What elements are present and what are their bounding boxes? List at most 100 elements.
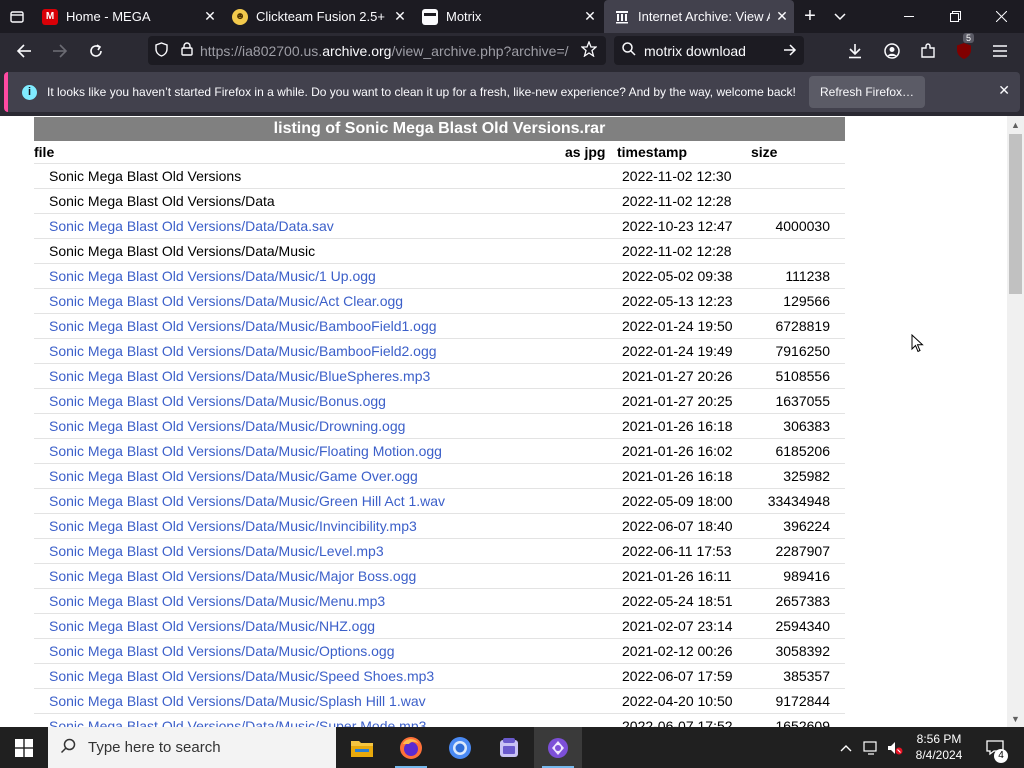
- file-link[interactable]: Sonic Mega Blast Old Versions/Data/Data.…: [49, 218, 334, 234]
- clickteam-fusion-taskbar-icon[interactable]: [534, 727, 582, 768]
- size-cell: 129566: [783, 293, 830, 309]
- new-tab-icon[interactable]: +: [795, 0, 825, 33]
- file-explorer-icon[interactable]: [338, 727, 386, 768]
- file-link[interactable]: Sonic Mega Blast Old Versions/Data/Music…: [49, 293, 403, 309]
- taskbar-search-box[interactable]: Type here to search: [48, 727, 336, 768]
- ublock-origin-icon[interactable]: 5: [950, 33, 978, 65]
- scroll-up-arrow-icon[interactable]: ▲: [1007, 116, 1024, 133]
- file-link[interactable]: Sonic Mega Blast Old Versions/Data/Music…: [49, 693, 426, 709]
- timestamp-cell: 2022-05-02 09:38: [622, 268, 733, 284]
- file-link[interactable]: Sonic Mega Blast Old Versions/Data/Music…: [49, 668, 434, 684]
- table-row: Sonic Mega Blast Old Versions/Data/Music…: [34, 313, 845, 338]
- archive-listing-table: listing of Sonic Mega Blast Old Versions…: [34, 117, 845, 727]
- chevron-down-icon[interactable]: [825, 0, 855, 33]
- table-row: Sonic Mega Blast Old Versions/Data/Music…: [34, 438, 845, 463]
- size-cell: 2594340: [775, 618, 830, 634]
- close-notification-icon[interactable]: ✕: [998, 82, 1010, 99]
- vertical-scrollbar[interactable]: ▲ ▼: [1007, 116, 1024, 727]
- search-go-arrow-icon[interactable]: [776, 43, 804, 59]
- back-arrow-icon[interactable]: [10, 37, 38, 65]
- app-taskbar-icon[interactable]: [485, 727, 533, 768]
- file-link[interactable]: Sonic Mega Blast Old Versions/Data/Music…: [49, 543, 384, 559]
- file-link[interactable]: Sonic Mega Blast Old Versions/Data/Music…: [49, 568, 416, 584]
- timestamp-cell: 2022-01-24 19:49: [622, 343, 733, 359]
- table-row: Sonic Mega Blast Old Versions/Data/Music…: [34, 638, 845, 663]
- search-field[interactable]: motrix download: [614, 36, 804, 65]
- firefox-taskbar-icon[interactable]: [387, 727, 435, 768]
- notification-bar: i It looks like you haven’t started Fire…: [0, 68, 1024, 116]
- tab-mega[interactable]: M Home - MEGA ✕: [32, 0, 222, 33]
- file-link[interactable]: Sonic Mega Blast Old Versions/Data/Music…: [49, 718, 426, 727]
- file-link[interactable]: Sonic Mega Blast Old Versions/Data/Music…: [49, 318, 437, 334]
- close-tab-icon[interactable]: ✕: [198, 8, 222, 25]
- tab-clickteam[interactable]: ☻ Clickteam Fusion 2.5+ De ✕: [222, 0, 412, 33]
- size-cell: 4000030: [775, 218, 830, 234]
- show-hidden-icons-icon[interactable]: [836, 727, 856, 768]
- scroll-down-arrow-icon[interactable]: ▼: [1007, 710, 1024, 727]
- list-all-tabs-icon[interactable]: [2, 0, 32, 33]
- file-link[interactable]: Sonic Mega Blast Old Versions/Data/Music…: [49, 443, 442, 459]
- extensions-icon[interactable]: [914, 37, 942, 65]
- forward-arrow-icon[interactable]: [46, 37, 74, 65]
- file-link[interactable]: Sonic Mega Blast Old Versions/Data/Music…: [49, 468, 418, 484]
- extension-badge: 5: [963, 33, 975, 43]
- timestamp-cell: 2022-11-02 12:30: [622, 168, 732, 184]
- file-link[interactable]: Sonic Mega Blast Old Versions/Data/Music…: [49, 368, 430, 384]
- windows-start-icon[interactable]: [0, 727, 48, 768]
- lock-icon[interactable]: [174, 42, 200, 59]
- table-row: Sonic Mega Blast Old Versions/Data/Music…: [34, 363, 845, 388]
- tab-title: Internet Archive: View Ar: [638, 9, 770, 24]
- close-tab-icon[interactable]: ✕: [770, 8, 794, 25]
- page-content: listing of Sonic Mega Blast Old Versions…: [0, 116, 1007, 727]
- size-cell: 396224: [783, 518, 830, 534]
- scrollbar-thumb[interactable]: [1009, 134, 1022, 294]
- size-cell: 989416: [783, 568, 830, 584]
- table-row: Sonic Mega Blast Old Versions/Data/Data.…: [34, 213, 845, 238]
- size-cell: 9172844: [775, 693, 830, 709]
- address-bar[interactable]: https://ia802700.us.archive.org/view_arc…: [148, 36, 606, 65]
- downloads-icon[interactable]: [841, 37, 869, 65]
- table-header: file as jpg timestamp size: [34, 141, 845, 163]
- close-tab-icon[interactable]: ✕: [388, 8, 412, 25]
- file-link[interactable]: Sonic Mega Blast Old Versions/Data/Music…: [49, 343, 437, 359]
- table-row: Sonic Mega Blast Old Versions/Data/Music…: [34, 413, 845, 438]
- table-row: Sonic Mega Blast Old Versions/Data 2022-1…: [34, 188, 845, 213]
- action-center-icon[interactable]: 4: [980, 727, 1010, 768]
- taskbar-clock[interactable]: 8:56 PM 8/4/2024: [900, 731, 978, 763]
- hamburger-menu-icon[interactable]: [986, 37, 1014, 65]
- tab-internet-archive[interactable]: Internet Archive: View Ar ✕: [604, 0, 794, 33]
- close-tab-icon[interactable]: ✕: [578, 8, 602, 25]
- refresh-firefox-button[interactable]: Refresh Firefox…: [809, 76, 925, 108]
- network-icon[interactable]: [860, 727, 882, 768]
- tab-motrix[interactable]: Motrix ✕: [412, 0, 602, 33]
- table-body: Sonic Mega Blast Old Versions 2022-11-02 …: [34, 163, 845, 727]
- file-link[interactable]: Sonic Mega Blast Old Versions/Data/Music…: [49, 518, 417, 534]
- timestamp-cell: 2021-01-27 20:25: [622, 393, 733, 409]
- size-cell: 1652609: [775, 718, 830, 727]
- file-link[interactable]: Sonic Mega Blast Old Versions/Data/Music…: [49, 618, 375, 634]
- file-link[interactable]: Sonic Mega Blast Old Versions/Data/Music…: [49, 493, 445, 509]
- file-link[interactable]: Sonic Mega Blast Old Versions/Data/Music…: [49, 418, 405, 434]
- timestamp-cell: 2022-05-24 18:51: [622, 593, 733, 609]
- column-header-as-jpg: as jpg: [565, 144, 606, 160]
- file-link[interactable]: Sonic Mega Blast Old Versions/Data/Music…: [49, 643, 395, 659]
- file-link[interactable]: Sonic Mega Blast Old Versions/Data/Music…: [49, 268, 376, 284]
- account-icon[interactable]: [878, 37, 906, 65]
- tab-strip: M Home - MEGA ✕ ☻ Clickteam Fusion 2.5+ …: [0, 0, 1024, 33]
- timestamp-cell: 2022-06-07 17:59: [622, 668, 733, 684]
- file-link[interactable]: Sonic Mega Blast Old Versions/Data/Music…: [49, 593, 385, 609]
- file-link[interactable]: Sonic Mega Blast Old Versions/Data/Music…: [49, 393, 386, 409]
- timestamp-cell: 2022-05-09 18:00: [622, 493, 733, 509]
- folder-name: Sonic Mega Blast Old Versions: [49, 168, 242, 184]
- table-row: Sonic Mega Blast Old Versions/Data/Music…: [34, 288, 845, 313]
- motrix-icon: [422, 8, 438, 25]
- bookmark-star-icon[interactable]: [572, 40, 606, 60]
- close-window-icon[interactable]: [978, 0, 1024, 33]
- minimize-icon[interactable]: [886, 0, 932, 33]
- chrome-taskbar-icon[interactable]: [436, 727, 484, 768]
- shield-icon[interactable]: [148, 41, 174, 60]
- column-header-size: size: [751, 144, 778, 160]
- table-row: Sonic Mega Blast Old Versions/Data/Music…: [34, 563, 845, 588]
- reload-icon[interactable]: [82, 37, 110, 65]
- restore-icon[interactable]: [932, 0, 978, 33]
